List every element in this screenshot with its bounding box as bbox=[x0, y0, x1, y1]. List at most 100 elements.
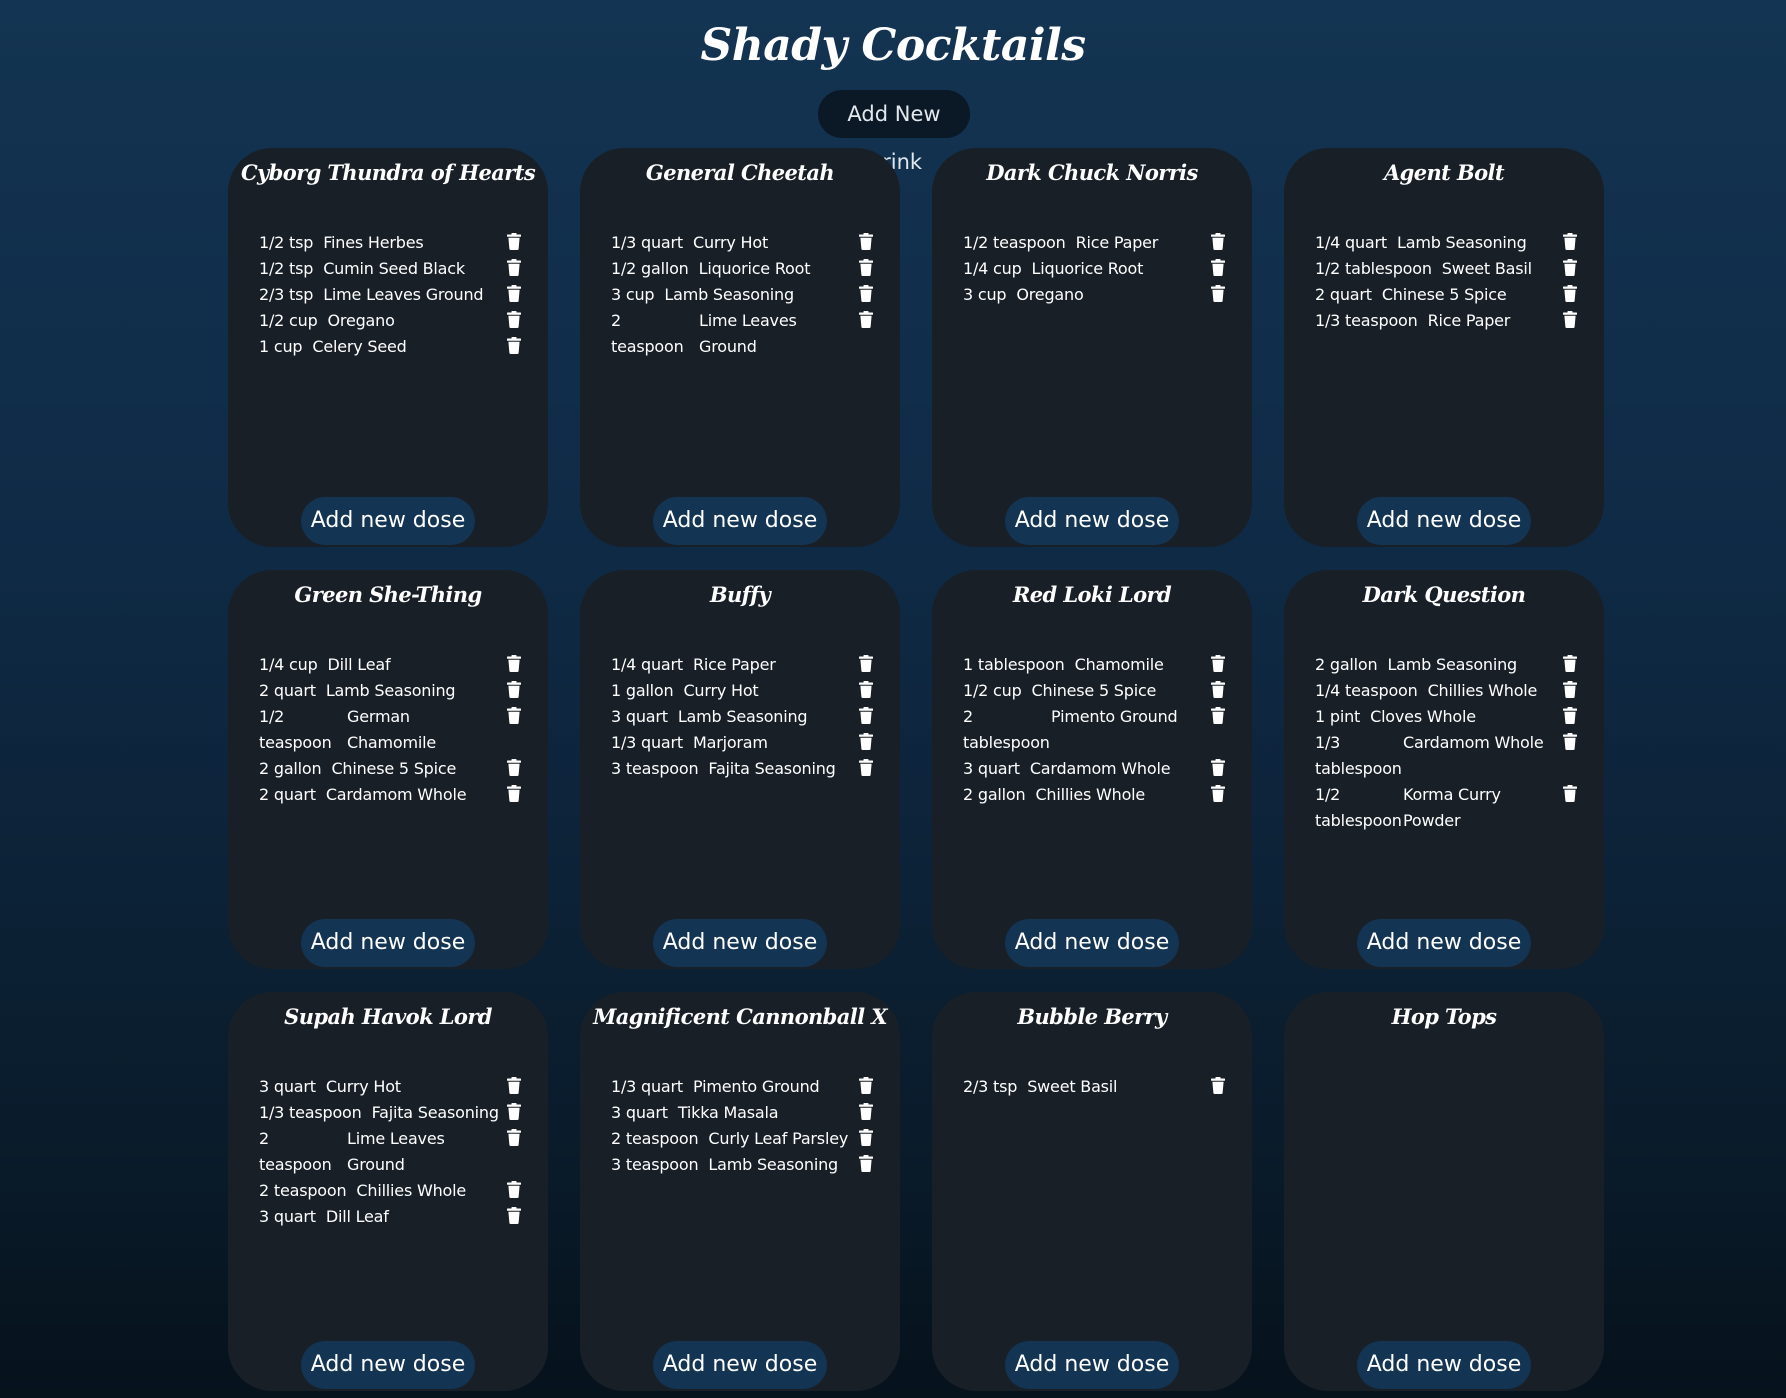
dose-amount: 3 cup bbox=[611, 285, 655, 304]
add-new-dose-button[interactable]: Add new dose bbox=[1005, 919, 1179, 967]
dose-item: 1/2 teaspoon Rice Paper bbox=[963, 230, 1225, 256]
dose-amount: 1/3 teaspoon bbox=[1315, 311, 1418, 330]
trash-icon[interactable] bbox=[859, 733, 873, 750]
dose-amount: 1/2 gallon bbox=[611, 259, 689, 278]
dose-amount: 3 teaspoon bbox=[611, 759, 699, 778]
dose-ingredient: Chinese 5 Spice bbox=[1381, 285, 1507, 304]
trash-icon[interactable] bbox=[859, 655, 873, 672]
add-new-dose-button[interactable]: Add new dose bbox=[1357, 1341, 1531, 1389]
trash-icon[interactable] bbox=[1563, 311, 1577, 328]
trash-icon[interactable] bbox=[859, 759, 873, 776]
trash-icon[interactable] bbox=[507, 707, 521, 724]
drink-name: Green She-Thing bbox=[294, 582, 482, 607]
trash-icon[interactable] bbox=[507, 337, 521, 354]
dose-ingredient: Cardamom Whole bbox=[325, 785, 467, 804]
dose-amount: 3 cup bbox=[963, 285, 1007, 304]
trash-icon[interactable] bbox=[1211, 259, 1225, 276]
trash-icon[interactable] bbox=[1563, 707, 1577, 724]
trash-icon[interactable] bbox=[507, 311, 521, 328]
drink-card: General Cheetah 1/3 quart Curry Hot 1/2 … bbox=[580, 148, 900, 547]
trash-icon[interactable] bbox=[859, 285, 873, 302]
trash-icon[interactable] bbox=[1211, 707, 1225, 724]
add-new-dose-button[interactable]: Add new dose bbox=[653, 919, 827, 967]
add-new-dose-button[interactable]: Add new dose bbox=[1357, 497, 1531, 545]
trash-icon[interactable] bbox=[1563, 733, 1577, 750]
trash-icon[interactable] bbox=[1563, 785, 1577, 802]
drink-card: Green She-Thing 1/4 cup Dill Leaf 2 quar… bbox=[228, 570, 548, 969]
dose-ingredient: Oregano bbox=[1016, 285, 1084, 304]
add-new-dose-button[interactable]: Add new dose bbox=[1357, 919, 1531, 967]
dose-amount: 3 quart bbox=[611, 707, 668, 726]
dose-ingredient: Chinese 5 Spice bbox=[331, 759, 457, 778]
trash-icon[interactable] bbox=[1563, 681, 1577, 698]
add-new-dose-button[interactable]: Add new dose bbox=[301, 919, 475, 967]
trash-icon[interactable] bbox=[859, 1077, 873, 1094]
add-new-dose-button[interactable]: Add new dose bbox=[653, 1341, 827, 1389]
trash-icon[interactable] bbox=[859, 233, 873, 250]
dose-amount: 1/2 tsp bbox=[259, 259, 314, 278]
trash-icon[interactable] bbox=[859, 311, 873, 328]
trash-icon[interactable] bbox=[1563, 285, 1577, 302]
trash-icon[interactable] bbox=[507, 1181, 521, 1198]
drink-name: General Cheetah bbox=[645, 160, 835, 185]
trash-icon[interactable] bbox=[859, 1129, 873, 1146]
dose-ingredient: Celery Seed bbox=[312, 337, 407, 356]
dose-ingredient: Chillies Whole bbox=[356, 1181, 467, 1200]
trash-icon[interactable] bbox=[1563, 655, 1577, 672]
dose-ingredient: Lamb Seasoning bbox=[708, 1155, 838, 1174]
trash-icon[interactable] bbox=[1211, 285, 1225, 302]
dose-item: 1/3 tablespoon Cardamom Whole bbox=[1315, 730, 1577, 782]
trash-icon[interactable] bbox=[507, 233, 521, 250]
trash-icon[interactable] bbox=[859, 1155, 873, 1172]
trash-icon[interactable] bbox=[507, 1103, 521, 1120]
dose-amount: 1 pint bbox=[1315, 707, 1361, 726]
dose-item: 1/4 cup Dill Leaf bbox=[259, 652, 521, 678]
dose-item: 3 cup Oregano bbox=[963, 282, 1225, 308]
trash-icon[interactable] bbox=[859, 1103, 873, 1120]
trash-icon[interactable] bbox=[1211, 1077, 1225, 1094]
dose-item: 1/3 quart Curry Hot bbox=[611, 230, 873, 256]
dose-amount: 1/4 quart bbox=[1315, 233, 1387, 252]
trash-icon[interactable] bbox=[1211, 233, 1225, 250]
add-new-dose-button[interactable]: Add new dose bbox=[301, 497, 475, 545]
dose-item: 3 quart Lamb Seasoning bbox=[611, 704, 873, 730]
add-new-dose-button[interactable]: Add new dose bbox=[1005, 497, 1179, 545]
add-new-dose-button[interactable]: Add new dose bbox=[301, 1341, 475, 1389]
add-new-drink-button[interactable]: Add New Drink bbox=[818, 90, 970, 174]
trash-icon[interactable] bbox=[507, 759, 521, 776]
trash-icon[interactable] bbox=[859, 707, 873, 724]
trash-icon[interactable] bbox=[1563, 259, 1577, 276]
trash-icon[interactable] bbox=[507, 681, 521, 698]
dose-amount: 1/4 quart bbox=[611, 655, 683, 674]
dose-item: 1/4 quart Lamb Seasoning bbox=[1315, 230, 1577, 256]
trash-icon[interactable] bbox=[1563, 233, 1577, 250]
trash-icon[interactable] bbox=[507, 655, 521, 672]
app-title: Shady Cocktails bbox=[700, 20, 1086, 71]
trash-icon[interactable] bbox=[1211, 655, 1225, 672]
trash-icon[interactable] bbox=[507, 785, 521, 802]
dose-amount: 1/4 cup bbox=[963, 259, 1022, 278]
add-new-dose-button[interactable]: Add new dose bbox=[653, 497, 827, 545]
dose-ingredient: Liquorice Root bbox=[1031, 259, 1144, 278]
dose-ingredient: Lime Leaves Ground bbox=[323, 285, 484, 304]
trash-icon[interactable] bbox=[507, 1207, 521, 1224]
trash-icon[interactable] bbox=[507, 285, 521, 302]
dose-amount: 1/2 teaspoon bbox=[259, 707, 332, 752]
dose-ingredient: Fines Herbes bbox=[323, 233, 424, 252]
dose-list: 1/2 teaspoon Rice Paper 1/4 cup Liquoric… bbox=[963, 230, 1225, 308]
dose-ingredient: Curry Hot bbox=[325, 1077, 401, 1096]
trash-icon[interactable] bbox=[507, 259, 521, 276]
dose-ingredient: Liquorice Root bbox=[698, 259, 811, 278]
trash-icon[interactable] bbox=[859, 681, 873, 698]
trash-icon[interactable] bbox=[859, 259, 873, 276]
trash-icon[interactable] bbox=[1211, 681, 1225, 698]
dose-ingredient: Dill Leaf bbox=[327, 655, 391, 674]
add-new-dose-button[interactable]: Add new dose bbox=[1005, 1341, 1179, 1389]
dose-amount: 2 tablespoon bbox=[963, 707, 1050, 752]
dose-amount: 2 gallon bbox=[1315, 655, 1378, 674]
trash-icon[interactable] bbox=[507, 1077, 521, 1094]
trash-icon[interactable] bbox=[1211, 759, 1225, 776]
trash-icon[interactable] bbox=[1211, 785, 1225, 802]
trash-icon[interactable] bbox=[507, 1129, 521, 1146]
dose-ingredient: Tikka Masala bbox=[677, 1103, 779, 1122]
